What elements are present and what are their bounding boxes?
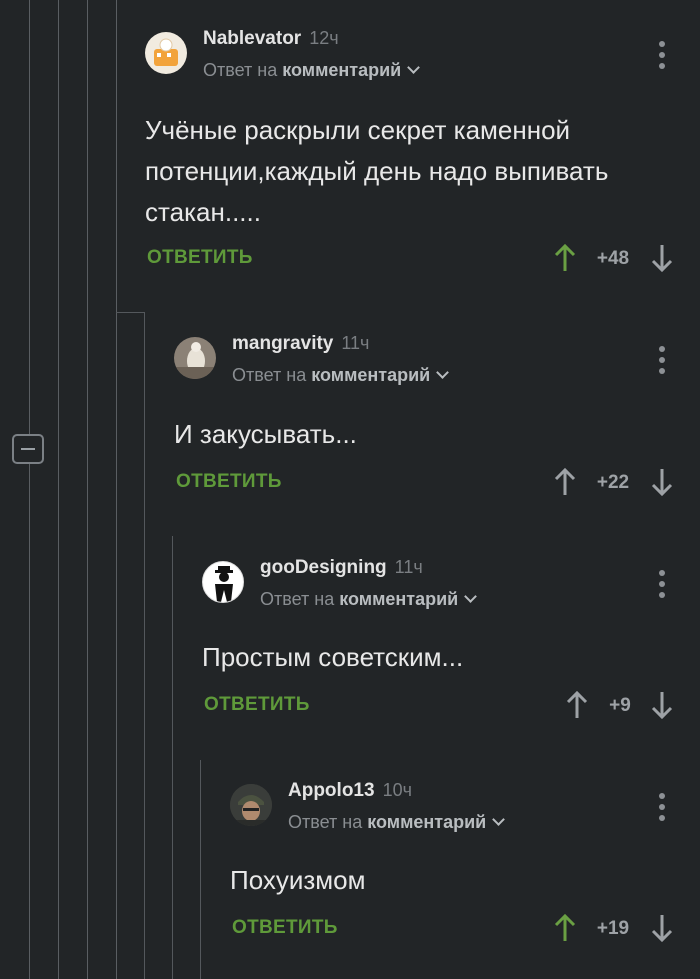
comment-time: 11ч	[394, 557, 423, 577]
avatar[interactable]	[145, 32, 187, 74]
comment-time: 11ч	[341, 333, 370, 353]
thread-line	[58, 0, 59, 979]
rating-count: +19	[596, 918, 630, 939]
avatar[interactable]	[230, 784, 272, 826]
author-name[interactable]: mangravity 11ч	[232, 333, 369, 355]
rating-count: +22	[596, 472, 630, 493]
chevron-down-icon	[464, 590, 478, 603]
reply-to-link[interactable]: Ответ на комментарий	[260, 589, 478, 610]
comment-text: Простым советским...	[202, 642, 464, 672]
thread-line	[116, 0, 117, 979]
chevron-down-icon	[407, 61, 421, 74]
rating-count: +48	[596, 248, 630, 269]
reply-button[interactable]: ОТВЕТИТЬ	[147, 247, 253, 269]
author-name[interactable]: Appolo13 10ч	[288, 780, 412, 802]
chevron-down-icon	[436, 366, 450, 379]
more-vertical-icon[interactable]	[654, 39, 670, 69]
more-vertical-icon[interactable]	[654, 568, 670, 598]
arrow-down-icon[interactable]	[650, 243, 674, 273]
comment-text: Похуизмом	[230, 865, 366, 895]
reply-indent-line	[200, 760, 201, 979]
avatar[interactable]	[174, 337, 216, 379]
arrow-down-icon[interactable]	[650, 467, 674, 497]
arrow-down-icon[interactable]	[650, 913, 674, 943]
thread-line	[29, 0, 30, 979]
comment-time: 10ч	[382, 780, 412, 800]
comment: Nablevator 12ч Ответ на комментарий Учёны…	[145, 28, 700, 282]
more-vertical-icon[interactable]	[654, 344, 670, 374]
reply-to-link[interactable]: Ответ на комментарий	[288, 812, 506, 833]
arrow-up-icon[interactable]	[553, 243, 577, 273]
collapse-thread-button[interactable]	[12, 434, 44, 464]
reply-button[interactable]: ОТВЕТИТЬ	[204, 694, 310, 716]
comment-time: 12ч	[309, 28, 339, 48]
thread-line	[87, 0, 88, 979]
more-vertical-icon[interactable]	[654, 791, 670, 821]
comment-text: Учёные раскрыли секрет каменной потенции…	[145, 115, 609, 227]
reply-button[interactable]: ОТВЕТИТЬ	[232, 917, 338, 939]
reply-indent-line	[116, 312, 144, 313]
arrow-up-icon[interactable]	[565, 690, 589, 720]
comment: mangravity 11ч Ответ на комментарий И зак…	[174, 333, 700, 507]
author-name[interactable]: gooDesigning 11ч	[260, 557, 423, 579]
arrow-up-icon[interactable]	[553, 467, 577, 497]
chevron-down-icon	[492, 813, 506, 826]
rating-count: +9	[609, 695, 631, 716]
reply-to-link[interactable]: Ответ на комментарий	[203, 60, 421, 81]
avatar[interactable]	[202, 561, 244, 603]
comment: gooDesigning 11ч Ответ на комментарий Про…	[202, 557, 700, 731]
reply-button[interactable]: ОТВЕТИТЬ	[176, 471, 282, 493]
reply-indent-line	[172, 536, 173, 979]
arrow-down-icon[interactable]	[650, 690, 674, 720]
reply-to-link[interactable]: Ответ на комментарий	[232, 365, 450, 386]
comment: Appolo13 10ч Ответ на комментарий Похуизм…	[230, 780, 700, 954]
comment-text: И закусывать...	[174, 419, 357, 449]
author-name[interactable]: Nablevator 12ч	[203, 28, 339, 50]
arrow-up-icon[interactable]	[553, 913, 577, 943]
reply-indent-line	[144, 312, 145, 979]
